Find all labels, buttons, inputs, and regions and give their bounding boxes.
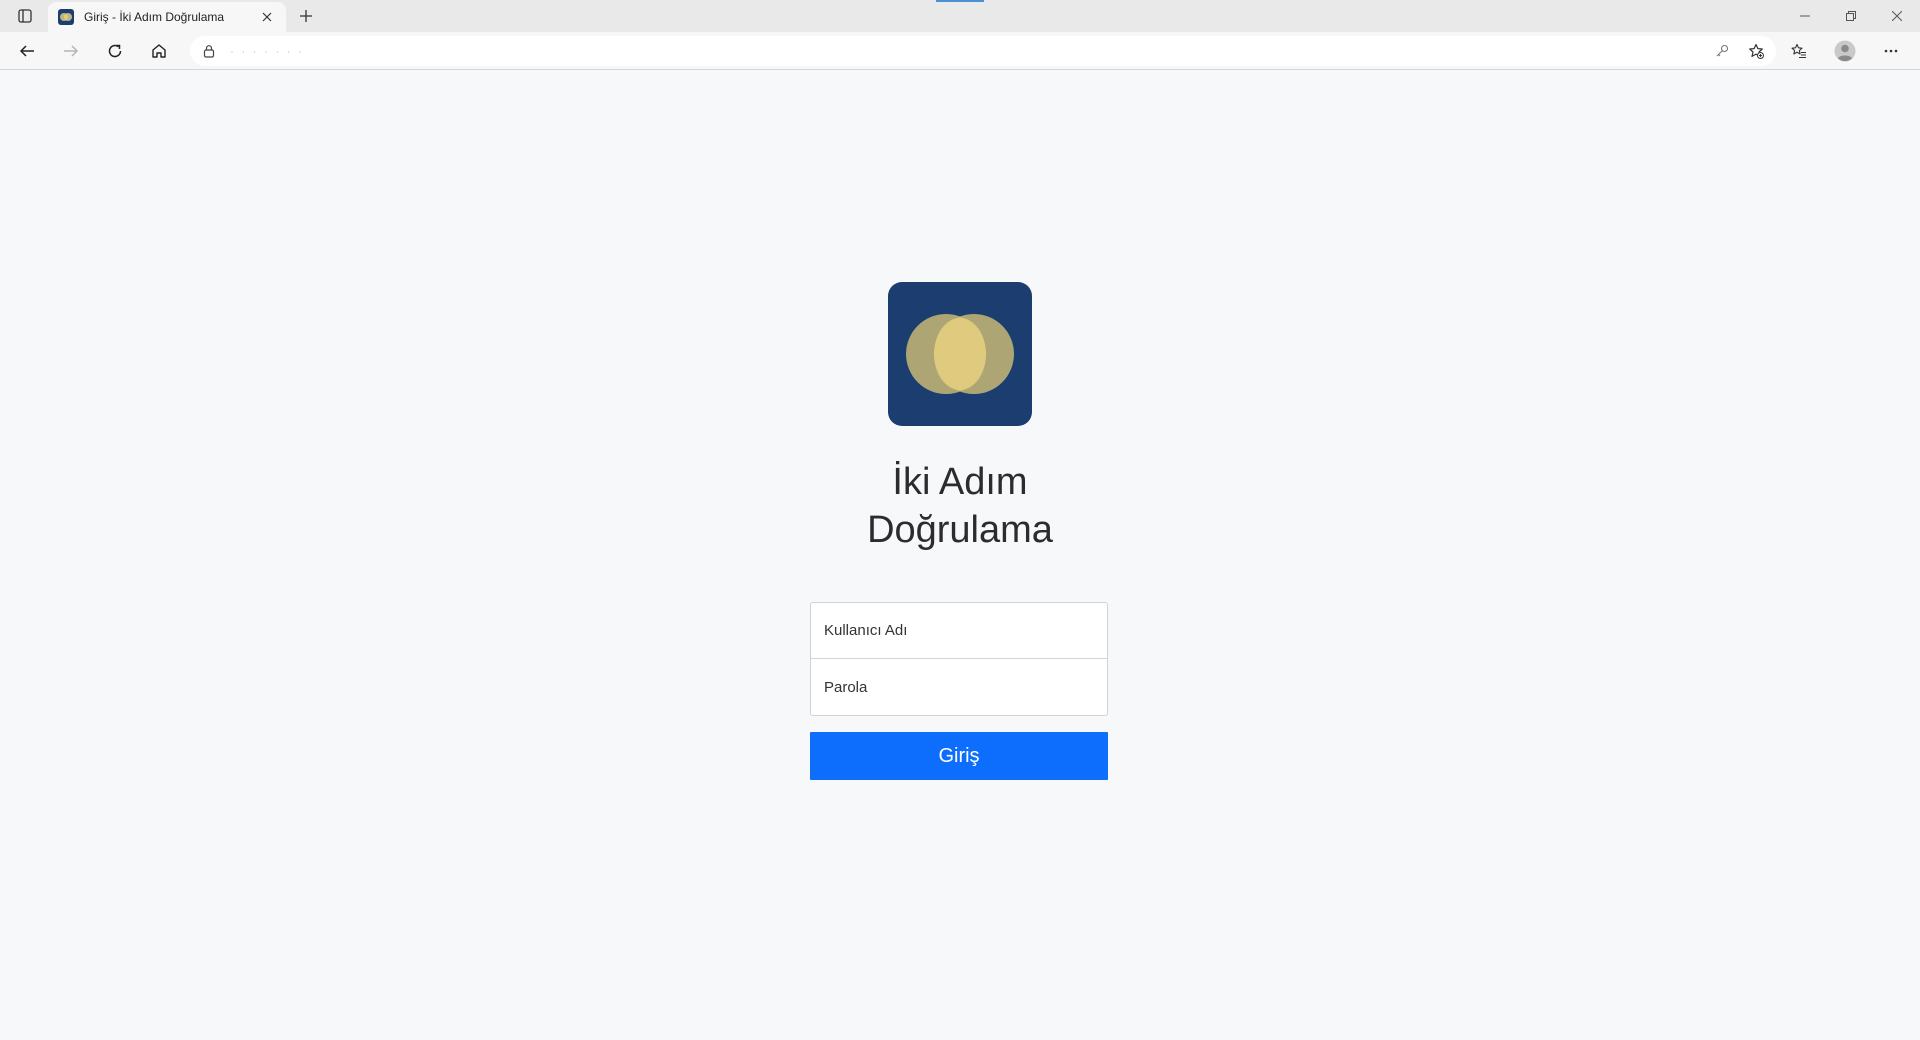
- more-menu-button[interactable]: [1876, 37, 1906, 65]
- back-arrow-icon: [19, 45, 34, 57]
- star-add-icon: [1749, 43, 1764, 59]
- home-button[interactable]: [144, 37, 174, 65]
- tab-actions-icon: [18, 9, 32, 23]
- add-favorite-button[interactable]: [1744, 39, 1768, 63]
- site-favicon-icon: [58, 9, 74, 25]
- logo-overlap: [934, 318, 986, 390]
- tab-strip: Giriş - İki Adım Doğrulama: [0, 0, 1920, 32]
- minimize-button[interactable]: [1782, 0, 1828, 32]
- new-tab-button[interactable]: [294, 4, 318, 28]
- lock-icon[interactable]: [202, 44, 216, 58]
- address-url: · · · · · · ·: [230, 44, 304, 58]
- refresh-button[interactable]: [100, 37, 130, 65]
- restore-icon: [1846, 11, 1856, 21]
- avatar-icon: [1834, 40, 1856, 62]
- page-title: İki Adım Doğrulama: [760, 458, 1160, 554]
- tab-title: Giriş - İki Adım Doğrulama: [84, 10, 225, 24]
- address-bar[interactable]: · · · · · · ·: [190, 36, 1776, 66]
- forward-arrow-icon: [64, 45, 79, 57]
- profile-button[interactable]: [1830, 37, 1860, 65]
- drag-indicator: [936, 0, 984, 2]
- password-key-button[interactable]: [1710, 39, 1734, 63]
- back-button[interactable]: [12, 37, 42, 65]
- page-title-line-1: İki Adım: [892, 461, 1028, 503]
- minimize-icon: [1800, 15, 1810, 17]
- app-logo: [888, 282, 1032, 426]
- login-form: Giriş: [810, 602, 1110, 780]
- password-input[interactable]: [810, 659, 1108, 716]
- tab-actions-button[interactable]: [10, 4, 40, 28]
- favorites-button[interactable]: [1784, 37, 1814, 65]
- restore-button[interactable]: [1828, 0, 1874, 32]
- forward-button[interactable]: [56, 37, 86, 65]
- close-icon: [1892, 11, 1902, 21]
- browser-toolbar: · · · · · · ·: [0, 32, 1920, 70]
- active-tab[interactable]: Giriş - İki Adım Doğrulama: [48, 2, 286, 32]
- home-icon: [152, 44, 166, 58]
- login-button[interactable]: Giriş: [810, 732, 1108, 780]
- page-title-line-2: Doğrulama: [867, 509, 1053, 551]
- username-input[interactable]: [810, 602, 1108, 659]
- refresh-icon: [108, 44, 122, 58]
- login-page: İki Adım Doğrulama Giriş: [0, 71, 1920, 1040]
- window-controls: [1782, 0, 1920, 32]
- more-dots-icon: [1884, 49, 1898, 53]
- plus-icon: [299, 9, 313, 23]
- close-tab-icon[interactable]: [258, 8, 276, 26]
- key-icon: [1716, 44, 1729, 57]
- close-window-button[interactable]: [1874, 0, 1920, 32]
- favorites-list-icon: [1791, 43, 1806, 59]
